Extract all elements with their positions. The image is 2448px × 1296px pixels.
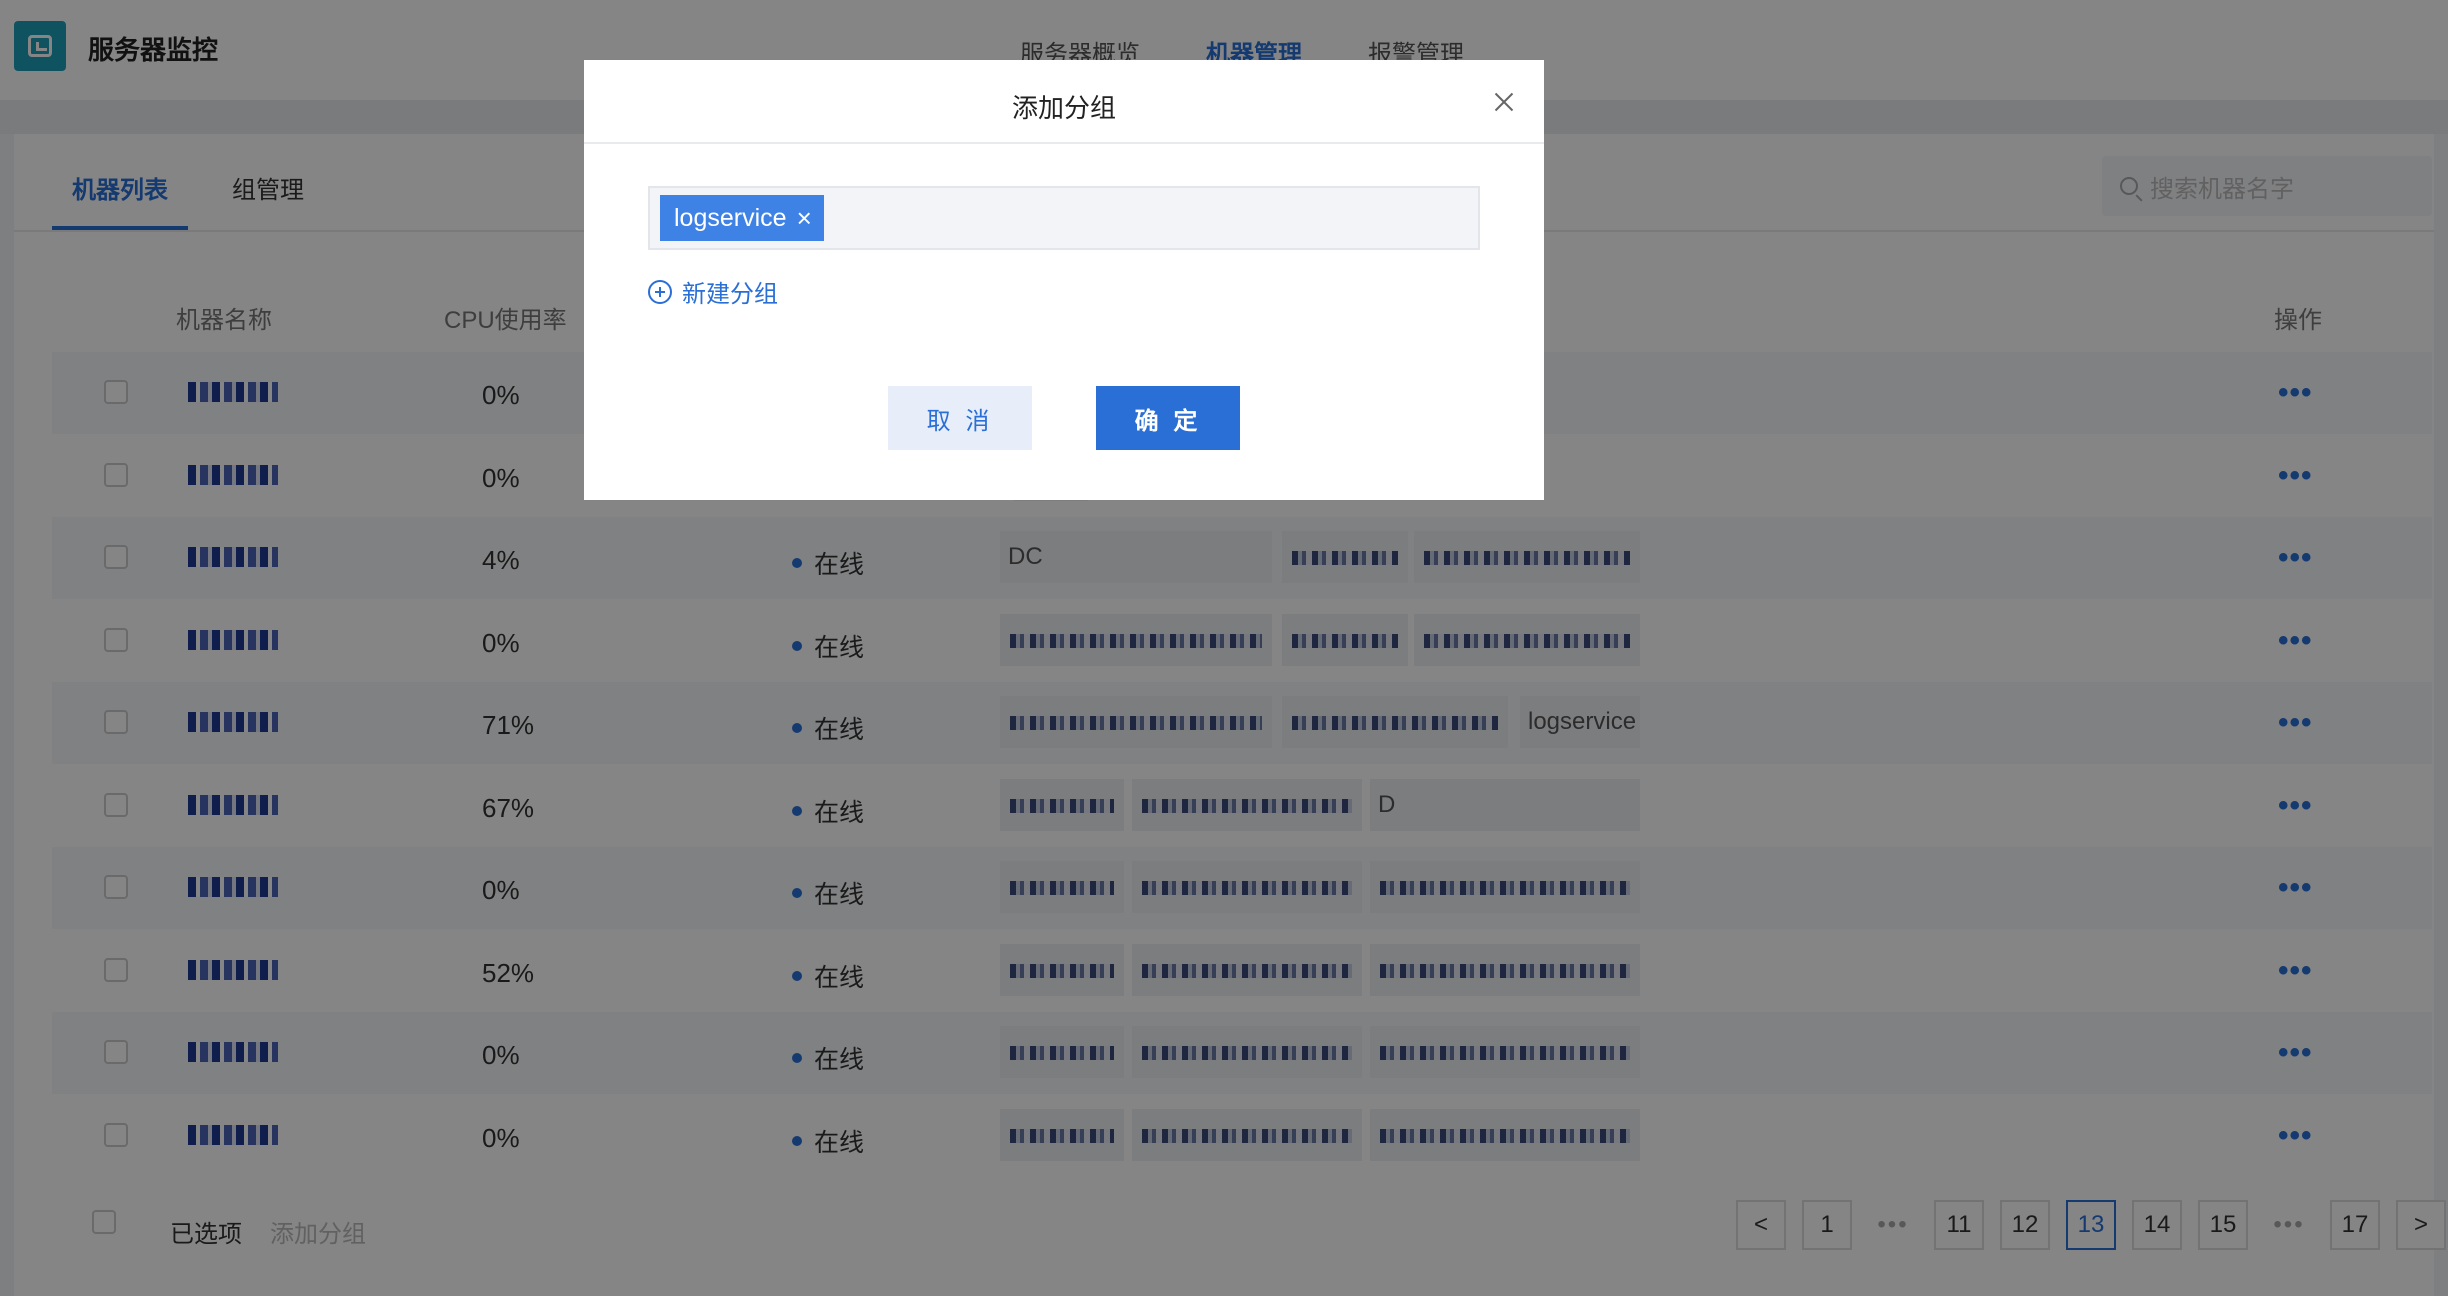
selected-group-chip: logservice × <box>660 195 824 241</box>
cancel-button[interactable]: 取 消 <box>888 386 1032 450</box>
new-group-button[interactable]: 新建分组 <box>648 274 778 309</box>
chip-label: logservice <box>674 203 787 232</box>
group-tag-input[interactable]: logservice × <box>648 186 1480 250</box>
chip-remove-icon[interactable]: × <box>797 205 812 231</box>
add-group-dialog: 添加分组 logservice × 新建分组 取 消 确 定 <box>584 60 1544 500</box>
new-group-label: 新建分组 <box>682 281 778 308</box>
plus-circle-icon <box>648 279 672 304</box>
dialog-title: 添加分组 <box>1011 93 1116 123</box>
dialog-header: 添加分组 <box>584 60 1544 144</box>
confirm-button[interactable]: 确 定 <box>1096 386 1240 450</box>
close-icon[interactable] <box>1490 88 1518 116</box>
